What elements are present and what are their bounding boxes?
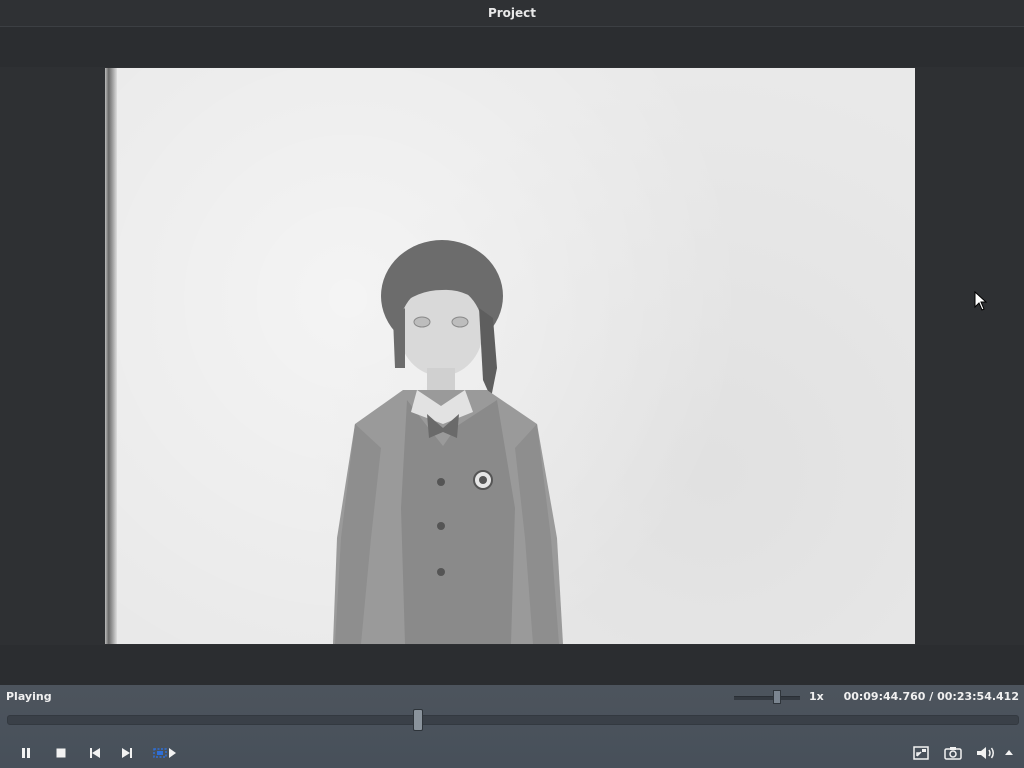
video-player-window: Project Playing 1x 00:09:44.760 / 00:23:… [0,0,1024,768]
volume-dropdown-button[interactable] [999,742,1019,764]
previous-button[interactable] [84,742,106,764]
pause-button[interactable] [15,742,37,764]
next-icon [122,748,132,758]
seek-knob[interactable] [413,709,424,731]
camera-icon [944,747,962,760]
video-frame[interactable] [105,68,915,644]
stop-icon [56,748,66,758]
frame-step-button[interactable] [151,742,179,764]
frame-step-icon [153,748,176,758]
speed-label: 1x [809,690,824,703]
previous-icon [90,748,100,758]
video-viewport[interactable] [0,67,1024,645]
pause-icon [22,748,30,758]
anime-girl-figure [333,240,563,644]
playback-controls: Playing 1x 00:09:44.760 / 00:23:54.412 [0,685,1024,768]
time-separator: / [925,690,938,703]
snapshot-button[interactable] [942,742,964,764]
playback-status: Playing [6,690,52,703]
volume-icon [977,747,994,759]
window-title: Project [487,6,537,20]
mouse-cursor-icon [974,291,988,311]
title-bar: Project [0,0,1024,27]
fullscreen-button[interactable] [910,742,932,764]
dropdown-arrow-icon [1005,750,1013,755]
volume-button[interactable] [975,742,997,764]
top-band [0,27,1024,67]
speed-slider-knob[interactable] [772,690,781,704]
fullscreen-icon [913,746,929,760]
current-time: 00:09:44.760 [843,690,926,703]
bottom-band [0,645,1024,685]
total-time: 00:23:54.412 [937,690,1019,703]
speed-slider-track[interactable] [734,696,800,700]
next-button[interactable] [116,742,138,764]
stop-button[interactable] [50,742,72,764]
time-readout: 00:09:44.760 / 00:23:54.412 [844,690,1019,703]
seek-bar[interactable] [7,715,1019,725]
